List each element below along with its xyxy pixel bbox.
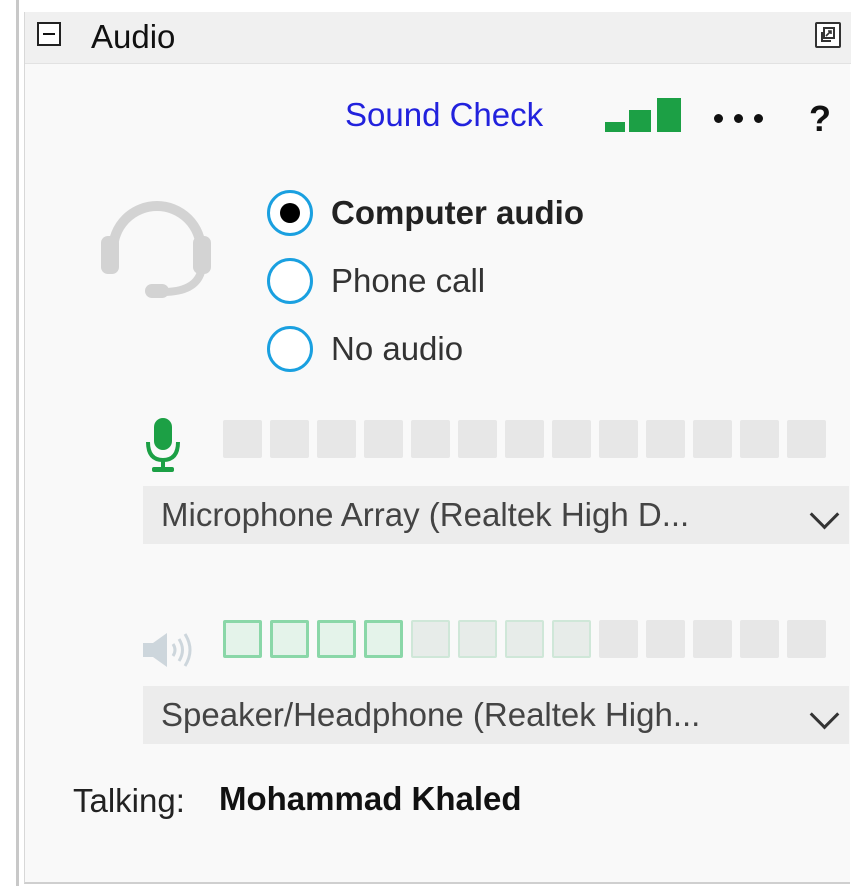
talking-name: Mohammad Khaled xyxy=(219,780,522,817)
level-segment xyxy=(364,620,403,658)
audio-panel: Audio Sound Check ? Computer audio Phone… xyxy=(24,12,851,884)
level-segment xyxy=(505,420,544,458)
level-segment xyxy=(458,620,497,658)
level-segment xyxy=(317,420,356,458)
speaker-select-value: Speaker/Headphone (Realtek High... xyxy=(161,696,701,733)
radio-no-audio[interactable]: No audio xyxy=(265,324,665,374)
more-options-icon[interactable] xyxy=(710,104,774,134)
level-segment xyxy=(411,420,450,458)
signal-bars-icon[interactable] xyxy=(605,96,685,132)
microphone-level-meter xyxy=(223,420,827,458)
microphone-icon xyxy=(146,418,180,472)
level-segment xyxy=(223,620,262,658)
microphone-select[interactable]: Microphone Array (Realtek High D... xyxy=(143,486,849,544)
level-segment xyxy=(599,620,638,658)
level-segment xyxy=(505,620,544,658)
level-segment xyxy=(364,420,403,458)
popout-icon[interactable] xyxy=(815,22,841,48)
level-segment xyxy=(787,620,826,658)
radio-phone-call[interactable]: Phone call xyxy=(265,256,665,306)
talking-label: Talking: xyxy=(73,782,185,819)
panel-titlebar: Audio xyxy=(25,12,851,64)
level-segment xyxy=(787,420,826,458)
level-segment xyxy=(317,620,356,658)
panel-title: Audio xyxy=(91,18,176,55)
radio-button[interactable] xyxy=(267,190,313,236)
radio-button[interactable] xyxy=(267,258,313,304)
level-segment xyxy=(270,420,309,458)
chevron-down-icon[interactable] xyxy=(809,699,840,730)
chevron-down-icon[interactable] xyxy=(809,499,840,530)
level-segment xyxy=(693,620,732,658)
radio-computer-audio[interactable]: Computer audio xyxy=(265,188,665,238)
speaker-icon xyxy=(143,633,192,667)
radio-button[interactable] xyxy=(267,326,313,372)
level-segment xyxy=(693,420,732,458)
help-icon[interactable]: ? xyxy=(809,98,831,140)
level-segment xyxy=(646,620,685,658)
level-segment xyxy=(552,420,591,458)
level-segment xyxy=(599,420,638,458)
sound-check-link[interactable]: Sound Check xyxy=(345,96,543,134)
headset-icon xyxy=(101,201,211,298)
level-segment xyxy=(740,620,779,658)
speaker-select[interactable]: Speaker/Headphone (Realtek High... xyxy=(143,686,849,744)
level-segment xyxy=(552,620,591,658)
level-segment xyxy=(740,420,779,458)
level-segment xyxy=(646,420,685,458)
window-border xyxy=(16,0,19,886)
level-segment xyxy=(270,620,309,658)
level-segment xyxy=(458,420,497,458)
microphone-select-value: Microphone Array (Realtek High D... xyxy=(161,496,690,533)
level-segment xyxy=(223,420,262,458)
radio-label: Phone call xyxy=(331,262,486,299)
speaker-level-meter xyxy=(223,620,827,658)
collapse-icon[interactable] xyxy=(37,22,61,46)
radio-label: No audio xyxy=(331,330,464,367)
level-segment xyxy=(411,620,450,658)
radio-label: Computer audio xyxy=(331,194,584,231)
